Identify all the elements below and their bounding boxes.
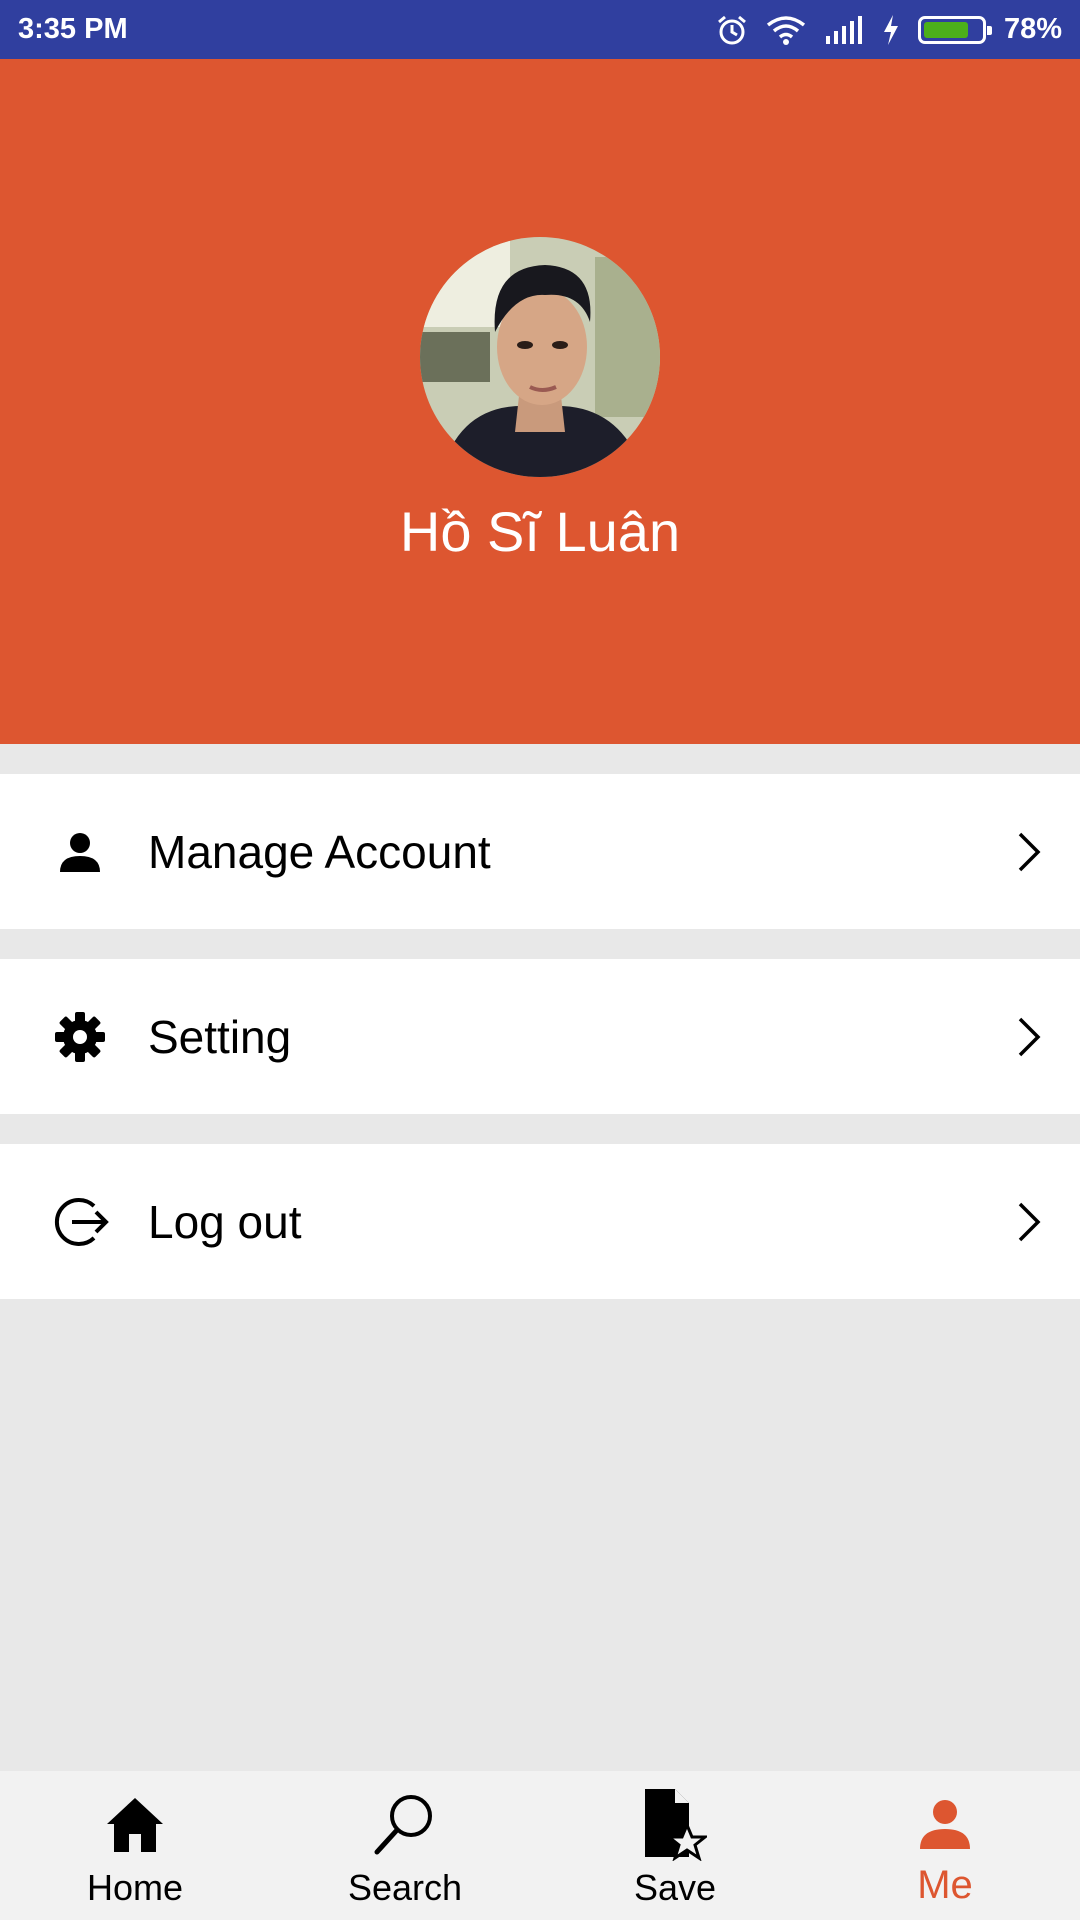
- nav-label: Home: [86, 1867, 184, 1908]
- nav-item-me[interactable]: Me: [810, 1771, 1080, 1920]
- menu-item-log-out[interactable]: Log out: [0, 1144, 1080, 1299]
- search-icon: [370, 1789, 440, 1859]
- bottom-nav: Home Search Save Me: [0, 1771, 1080, 1920]
- nav-label: Search: [347, 1867, 463, 1908]
- nav-item-save[interactable]: Save: [540, 1771, 810, 1920]
- nav-item-home[interactable]: Home: [0, 1771, 270, 1920]
- menu-item-label: Setting: [148, 1010, 292, 1063]
- status-icons: 78%: [716, 13, 1062, 46]
- profile-name: Hồ Sĩ Luân: [399, 500, 681, 563]
- avatar[interactable]: [420, 237, 660, 477]
- alarm-icon: [716, 14, 748, 46]
- nav-label: Save: [633, 1867, 717, 1908]
- save-icon: [640, 1789, 710, 1861]
- wifi-icon: [766, 15, 806, 45]
- home-icon: [100, 1789, 170, 1859]
- chevron-right-icon: [1018, 832, 1041, 871]
- menu-item-label: Log out: [148, 1195, 302, 1248]
- chevron-right-icon: [1018, 1017, 1041, 1056]
- battery-level-fill: [923, 21, 968, 38]
- gear-icon: [48, 1005, 112, 1069]
- charging-icon: [882, 14, 900, 45]
- logout-icon: [48, 1190, 112, 1254]
- menu-item-setting[interactable]: Setting: [0, 959, 1080, 1114]
- signal-icon: [824, 15, 864, 44]
- battery-percent: 78%: [1003, 13, 1062, 45]
- profile-header: Hồ Sĩ Luân: [0, 59, 1080, 744]
- menu-item-label: Manage Account: [148, 825, 491, 878]
- nav-label: Me: [917, 1863, 973, 1907]
- status-bar: 3:35 PM 78%: [0, 0, 1080, 59]
- person-icon: [48, 820, 112, 884]
- battery-icon: [917, 15, 992, 44]
- chevron-right-icon: [1018, 1202, 1041, 1241]
- person-icon: [910, 1789, 980, 1859]
- menu-item-manage-account[interactable]: Manage Account: [0, 774, 1080, 929]
- status-time: 3:35 PM: [18, 13, 128, 45]
- nav-item-search[interactable]: Search: [270, 1771, 540, 1920]
